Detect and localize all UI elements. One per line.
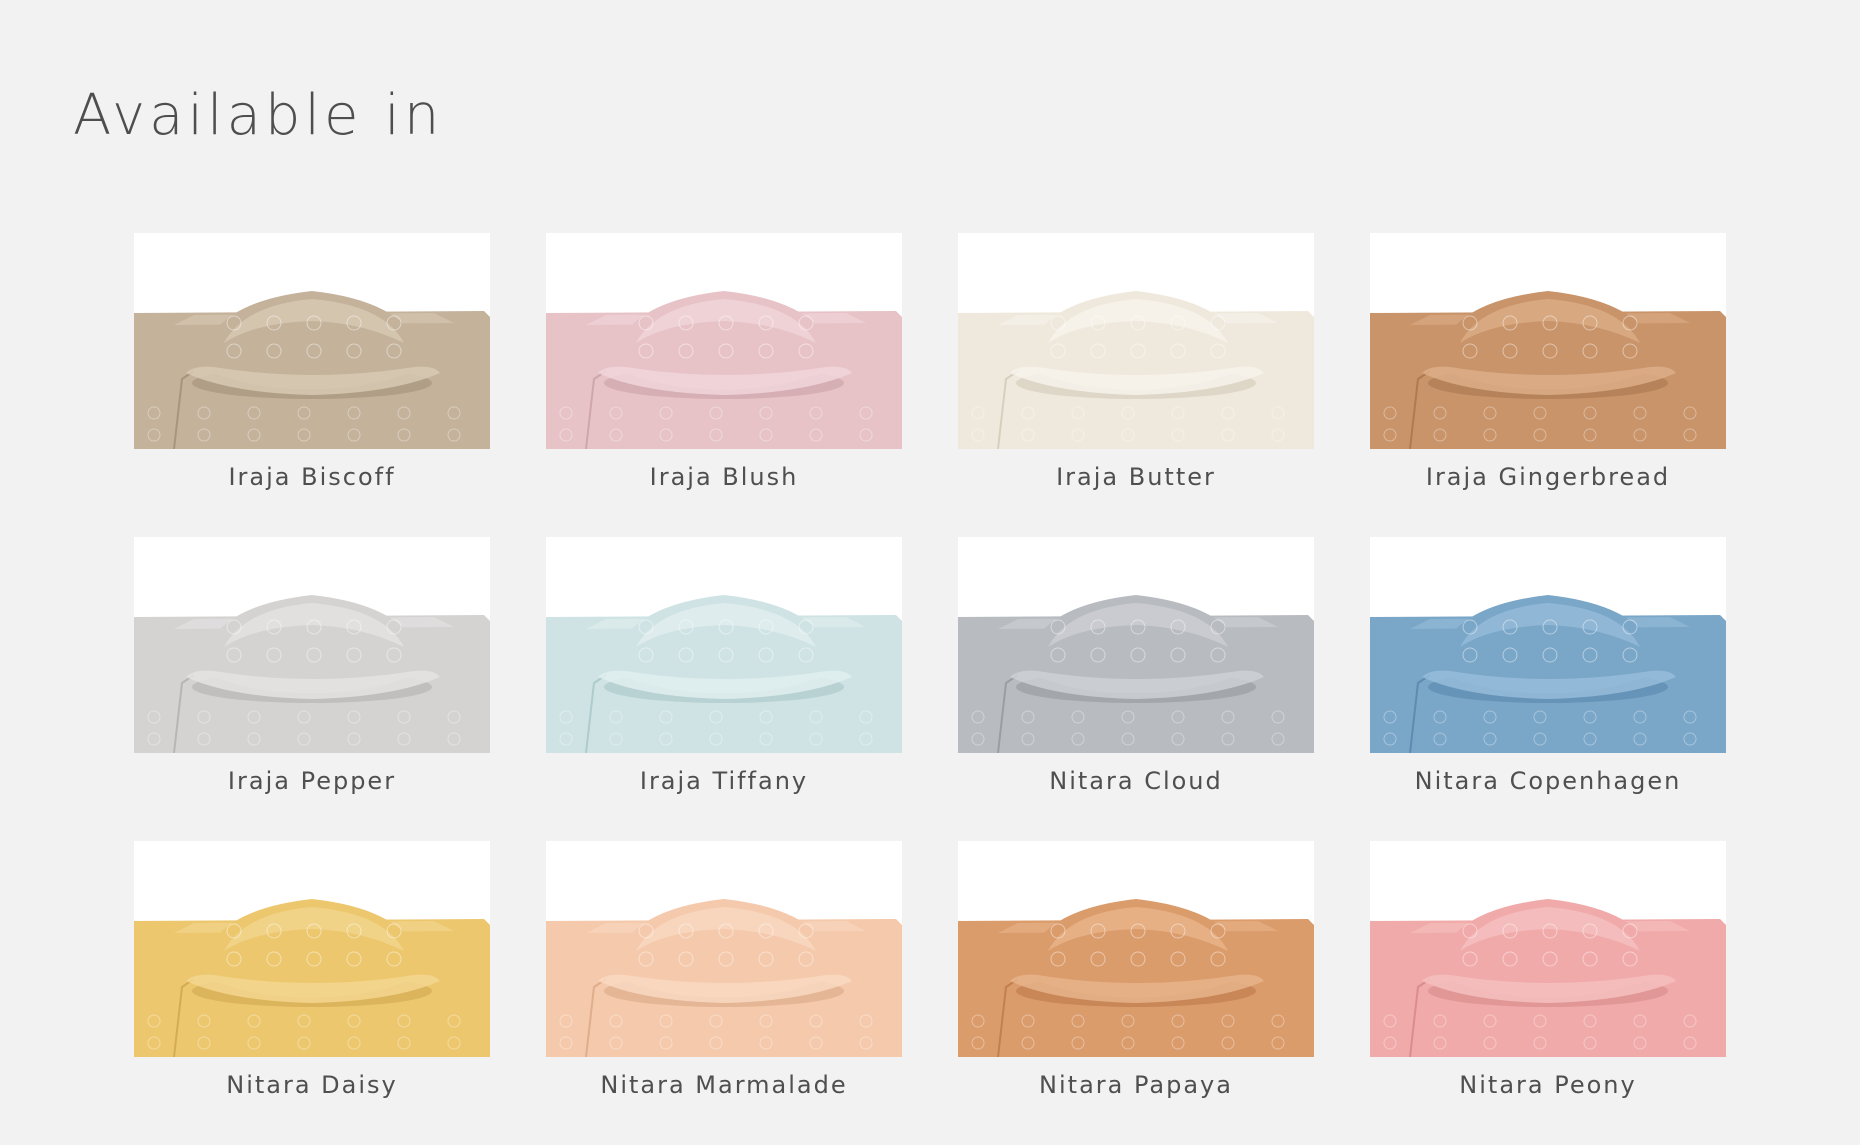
product-name[interactable]: Iraja Tiffany xyxy=(546,767,902,795)
product-image[interactable] xyxy=(1370,233,1726,449)
page-title: Available in xyxy=(73,83,444,148)
product-image[interactable] xyxy=(958,841,1314,1057)
product-image[interactable] xyxy=(546,841,902,1057)
product-card[interactable]: Nitara Cloud xyxy=(958,537,1314,841)
product-name[interactable]: Iraja Gingerbread xyxy=(1370,463,1726,491)
product-card[interactable]: Nitara Papaya xyxy=(958,841,1314,1145)
product-image[interactable] xyxy=(134,537,490,753)
product-name[interactable]: Nitara Papaya xyxy=(958,1071,1314,1099)
product-name[interactable]: Nitara Copenhagen xyxy=(1370,767,1726,795)
product-image[interactable] xyxy=(134,841,490,1057)
product-name[interactable]: Nitara Marmalade xyxy=(546,1071,902,1099)
product-card[interactable]: Nitara Peony xyxy=(1370,841,1726,1145)
product-name[interactable]: Iraja Butter xyxy=(958,463,1314,491)
product-name[interactable]: Iraja Biscoff xyxy=(134,463,490,491)
product-card[interactable]: Nitara Marmalade xyxy=(546,841,902,1145)
product-card[interactable]: Iraja Pepper xyxy=(134,537,490,841)
product-image[interactable] xyxy=(958,537,1314,753)
product-card[interactable]: Nitara Copenhagen xyxy=(1370,537,1726,841)
product-image[interactable] xyxy=(1370,537,1726,753)
product-card[interactable]: Iraja Butter xyxy=(958,233,1314,537)
product-name[interactable]: Iraja Pepper xyxy=(134,767,490,795)
product-name[interactable]: Nitara Daisy xyxy=(134,1071,490,1099)
product-image[interactable] xyxy=(546,537,902,753)
product-image[interactable] xyxy=(958,233,1314,449)
product-name[interactable]: Iraja Blush xyxy=(546,463,902,491)
product-card[interactable]: Iraja Gingerbread xyxy=(1370,233,1726,537)
product-image[interactable] xyxy=(134,233,490,449)
product-card[interactable]: Iraja Blush xyxy=(546,233,902,537)
product-grid: Iraja Biscoff Iraja Blush Iraja Butter Iraj… xyxy=(134,233,1726,1145)
product-card[interactable]: Iraja Tiffany xyxy=(546,537,902,841)
product-name[interactable]: Nitara Peony xyxy=(1370,1071,1726,1099)
product-image[interactable] xyxy=(546,233,902,449)
product-card[interactable]: Iraja Biscoff xyxy=(134,233,490,537)
product-image[interactable] xyxy=(1370,841,1726,1057)
product-card[interactable]: Nitara Daisy xyxy=(134,841,490,1145)
product-name[interactable]: Nitara Cloud xyxy=(958,767,1314,795)
